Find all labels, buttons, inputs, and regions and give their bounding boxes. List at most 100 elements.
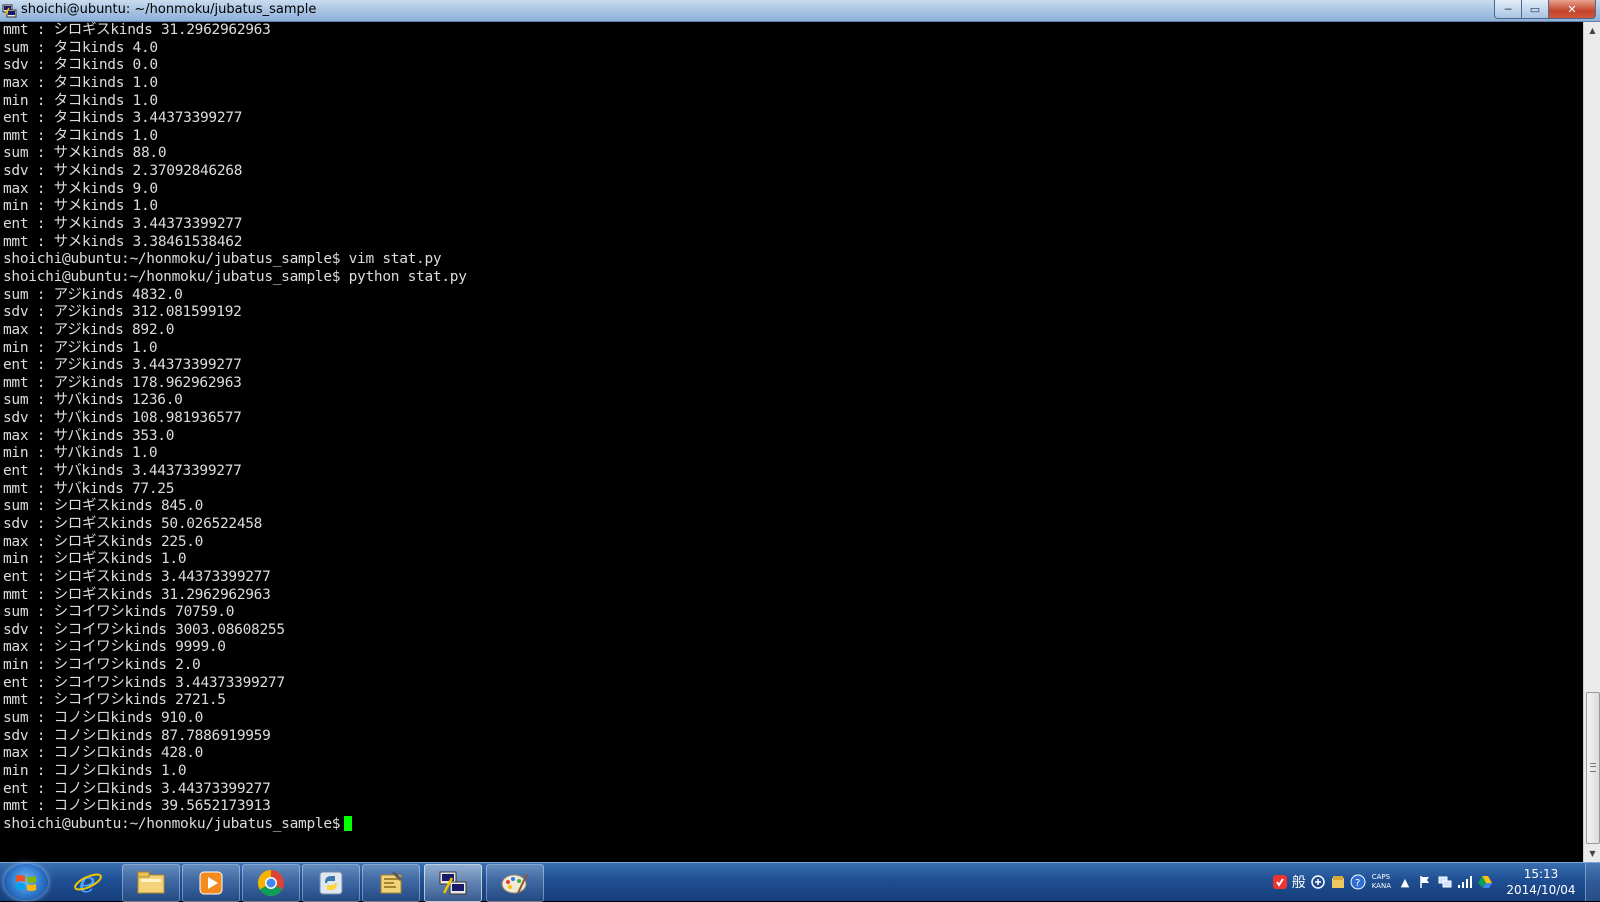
terminal-line: max : シロギスkinds 225.0 — [3, 533, 204, 550]
taskbar-paint[interactable] — [486, 864, 544, 902]
terminal-line: ent : サメkinds 3.44373399277 — [3, 216, 243, 233]
window-title: shoichi@ubuntu: ~/honmoku/jubatus_sample — [21, 2, 317, 17]
start-button[interactable] — [4, 864, 48, 900]
scroll-thumb[interactable] — [1586, 692, 1600, 844]
caps-kana-indicator: CAPS KANA — [1372, 873, 1391, 891]
terminal-line: sum : コノシロkinds 910.0 — [3, 709, 204, 726]
terminal-line: min : シコイワシkinds 2.0 — [3, 657, 201, 674]
terminal-line: shoichi@ubuntu:~/honmoku/jubatus_sample$… — [3, 251, 442, 268]
terminal-line: mmt : シコイワシkinds 2721.5 — [3, 692, 226, 709]
terminal-line: sum : タコkinds 4.0 — [3, 39, 158, 56]
taskbar-app-tool[interactable] — [362, 864, 420, 902]
chrome-icon — [257, 869, 284, 897]
terminal-line: mmt : アジkinds 178.962962963 — [3, 374, 242, 391]
terminal-line: mmt : シロギスkinds 31.2962962963 — [3, 22, 271, 38]
terminal-line: min : サメkinds 1.0 — [3, 198, 158, 215]
terminal-line: min : シロギスkinds 1.0 — [3, 551, 187, 568]
show-hidden-icons-icon[interactable]: ▲ — [1397, 874, 1413, 890]
terminal-line: ent : アジkinds 3.44373399277 — [3, 357, 242, 374]
clock[interactable]: 15:13 2014/10/04 — [1501, 866, 1581, 898]
title-bar[interactable]: shoichi@ubuntu: ~/honmoku/jubatus_sample… — [0, 0, 1600, 22]
system-tray: 般 ? CAPS KANA ▲ 15:13 2014/10/04 — [1270, 863, 1600, 901]
clock-time: 15:13 — [1523, 867, 1559, 881]
terminal-line: max : シコイワシkinds 9999.0 — [3, 639, 226, 656]
python-icon — [319, 871, 343, 895]
signal-strength-icon[interactable] — [1457, 874, 1473, 890]
close-button[interactable]: ✕ — [1548, 0, 1596, 19]
terminal-line: sum : アジkinds 4832.0 — [3, 286, 183, 303]
terminal-line: sum : シロギスkinds 845.0 — [3, 498, 204, 515]
terminal-line: max : サメkinds 9.0 — [3, 180, 158, 197]
terminal-line: ent : タコkinds 3.44373399277 — [3, 110, 243, 127]
terminal-line: sdv : シコイワシkinds 3003.08608255 — [3, 621, 285, 638]
terminal-line: sdv : アジkinds 312.081599192 — [3, 304, 242, 321]
scroll-down-arrow-icon[interactable]: ▼ — [1584, 845, 1600, 862]
grip-icon — [1590, 763, 1596, 772]
show-desktop-button[interactable] — [1585, 863, 1600, 901]
terminal-line: min : タコkinds 1.0 — [3, 92, 158, 109]
ime-tools-icon[interactable] — [1310, 874, 1326, 890]
terminal-line: sdv : タコkinds 0.0 — [3, 57, 158, 74]
putty-icon[interactable] — [2, 3, 17, 18]
clock-date: 2014/10/04 — [1506, 883, 1576, 897]
terminal-line: mmt : サメkinds 3.38461538462 — [3, 233, 243, 250]
maximize-button[interactable]: ▭ — [1521, 0, 1548, 19]
terminal-line: min : アジkinds 1.0 — [3, 339, 158, 356]
windows-logo-icon — [16, 875, 36, 891]
terminal-line: max : タコkinds 1.0 — [3, 74, 158, 91]
paint-icon — [501, 873, 528, 894]
terminal-line: ent : サバkinds 3.44373399277 — [3, 463, 242, 480]
terminal-line: sdv : サバkinds 108.981936577 — [3, 410, 242, 427]
terminal-line: sdv : サメkinds 2.37092846268 — [3, 163, 243, 180]
terminal-line: sdv : コノシロkinds 87.7886919959 — [3, 727, 271, 744]
file-explorer-icon — [137, 871, 165, 894]
terminal-window: shoichi@ubuntu: ~/honmoku/jubatus_sample… — [0, 0, 1600, 862]
terminal-line: min : コノシロkinds 1.0 — [3, 762, 187, 779]
terminal-line: mmt : コノシロkinds 39.5652173913 — [3, 798, 271, 815]
app-tool-icon — [380, 870, 403, 894]
google-drive-icon[interactable] — [1477, 874, 1493, 890]
putty-icon — [439, 871, 467, 895]
shell-prompt: shoichi@ubuntu:~/honmoku/jubatus_sample$ — [3, 815, 341, 832]
scroll-up-arrow-icon[interactable]: ▲ — [1584, 22, 1600, 39]
help-icon[interactable]: ? — [1350, 874, 1366, 890]
taskbar: e 般 ? CAPS KANA ▲ 15:13 2014/10/04 — [0, 862, 1600, 902]
minimize-button[interactable]: ─ — [1494, 0, 1521, 19]
input-method-icon[interactable] — [1272, 874, 1288, 890]
vertical-scrollbar[interactable]: ▲ ▼ — [1583, 22, 1600, 862]
terminal-line: sum : サバkinds 1236.0 — [3, 392, 183, 409]
terminal-output[interactable]: mmt : シロギスkinds 31.2962962963 sum : タコkin… — [0, 22, 1583, 862]
taskbar-chrome[interactable] — [242, 864, 300, 902]
terminal-line: ent : シコイワシkinds 3.44373399277 — [3, 674, 285, 691]
ime-mode-label[interactable]: 般 — [1292, 872, 1306, 892]
terminal-line: ent : コノシロkinds 3.44373399277 — [3, 780, 271, 797]
taskbar-ie[interactable]: e — [60, 864, 116, 900]
media-player-icon — [199, 871, 223, 895]
taskbar-putty[interactable] — [424, 864, 482, 902]
taskbar-explorer[interactable] — [122, 864, 180, 902]
terminal-line: max : サバkinds 353.0 — [3, 427, 175, 444]
terminal-line: shoichi@ubuntu:~/honmoku/jubatus_sample$… — [3, 268, 467, 285]
terminal-line: max : コノシロkinds 428.0 — [3, 745, 204, 762]
network-icon[interactable] — [1437, 874, 1453, 890]
terminal-line: max : アジkinds 892.0 — [3, 321, 175, 338]
internet-explorer-icon: e — [74, 867, 102, 897]
svg-text:e: e — [79, 867, 96, 897]
terminal-line: mmt : サバkinds 77.25 — [3, 480, 175, 497]
dictionary-icon[interactable] — [1330, 874, 1346, 890]
terminal-line: sdv : シロギスkinds 50.026522458 — [3, 515, 263, 532]
taskbar-media-player[interactable] — [182, 864, 240, 902]
svg-text:?: ? — [1355, 878, 1360, 889]
action-center-flag-icon[interactable] — [1417, 874, 1433, 890]
terminal-line: sum : サメkinds 88.0 — [3, 145, 167, 162]
caps-label: CAPS — [1371, 873, 1391, 881]
terminal-prompt-line[interactable]: shoichi@ubuntu:~/honmoku/jubatus_sample$ — [0, 816, 1583, 834]
text-cursor — [344, 816, 353, 832]
terminal-line: mmt : シロギスkinds 31.2962962963 — [3, 586, 271, 603]
terminal-line: mmt : タコkinds 1.0 — [3, 127, 158, 144]
terminal-line: ent : シロギスkinds 3.44373399277 — [3, 568, 271, 585]
kana-label: KANA — [1371, 882, 1391, 890]
taskbar-python[interactable] — [302, 864, 360, 902]
terminal-line: min : サバkinds 1.0 — [3, 445, 158, 462]
terminal-line: sum : シコイワシkinds 70759.0 — [3, 604, 235, 621]
